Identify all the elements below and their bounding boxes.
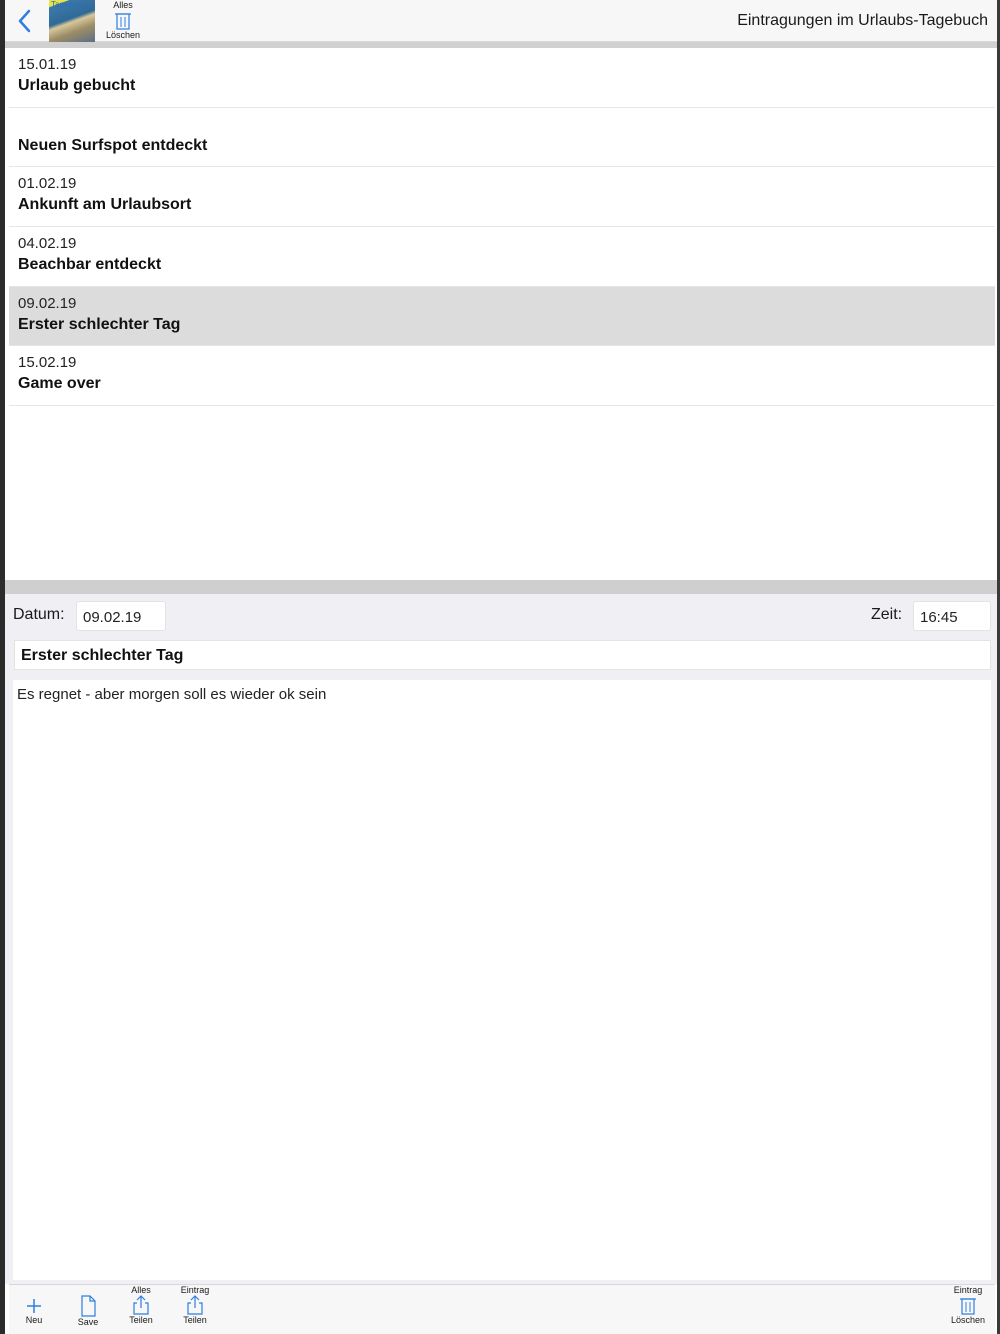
list-item[interactable]: 04.02.19 Beachbar entdeckt xyxy=(9,227,995,287)
entry-date: 01.02.19 xyxy=(18,175,77,193)
share-all-bottom-label: Teilen xyxy=(129,1315,153,1325)
entry-title: Erster schlechter Tag xyxy=(18,315,181,333)
page-title: Eintragungen im Urlaubs-Tagebuch xyxy=(737,12,988,29)
entry-title: Ankunft am Urlaubsort xyxy=(18,196,192,214)
entry-body-textarea[interactable]: Es regnet - aber morgen soll es wieder o… xyxy=(13,680,991,1280)
entry-editor: Datum: 09.02.19 Zeit: 16:45 Erster schle… xyxy=(5,594,997,1284)
list-item[interactable]: Neuen Surfspot entdeckt xyxy=(9,108,995,168)
share-icon xyxy=(187,1295,203,1315)
delete-all-bottom-label: Löschen xyxy=(105,30,141,40)
entry-date: 15.02.19 xyxy=(18,354,77,372)
delete-entry-bottom-label: Löschen xyxy=(950,1315,986,1325)
share-all-button[interactable]: Alles Teilen xyxy=(121,1285,161,1325)
list-item[interactable]: 15.02.19 Game over xyxy=(9,346,995,407)
delete-entry-top-label: Eintrag xyxy=(953,1285,983,1295)
entry-title: Game over xyxy=(18,375,101,393)
entry-title-field[interactable]: Erster schlechter Tag xyxy=(14,640,991,670)
thumbnail-title: Tagebuch xyxy=(51,0,86,9)
diary-thumbnail[interactable]: Tagebuch xyxy=(49,0,95,42)
share-entry-top-label: Eintrag xyxy=(180,1285,210,1295)
delete-all-button[interactable]: Alles Löschen xyxy=(98,0,148,40)
save-button[interactable]: Save xyxy=(71,1295,105,1327)
share-entry-button[interactable]: Eintrag Teilen xyxy=(173,1285,217,1325)
entry-title: Beachbar entdeckt xyxy=(18,256,162,274)
new-entry-button[interactable]: Neu xyxy=(19,1297,49,1325)
new-label: Neu xyxy=(25,1315,43,1325)
trash-icon xyxy=(960,1298,976,1315)
entry-list: 15.01.19 Urlaub gebucht Neuen Surfspot e… xyxy=(9,48,995,580)
save-label: Save xyxy=(77,1317,99,1327)
share-icon xyxy=(133,1295,149,1315)
splitter[interactable] xyxy=(5,580,997,594)
entry-date: 09.02.19 xyxy=(18,294,77,312)
bottom-toolbar: Neu Save Alles Teilen Eintrag Teilen Ein… xyxy=(9,1284,995,1334)
list-item[interactable]: 01.02.19 Ankunft am Urlaubsort xyxy=(9,167,995,228)
entry-date: 04.02.19 xyxy=(18,235,77,253)
document-icon xyxy=(81,1295,96,1317)
delete-all-top-label: Alles xyxy=(113,0,133,10)
list-item-selected[interactable]: 09.02.19 Erster schlechter Tag xyxy=(9,286,995,347)
list-item[interactable]: 15.01.19 Urlaub gebucht xyxy=(9,48,995,108)
entry-title: Neuen Surfspot entdeckt xyxy=(18,136,208,154)
time-label: Zeit: xyxy=(871,606,903,623)
time-field[interactable]: 16:45 xyxy=(913,601,991,631)
plus-icon xyxy=(27,1299,41,1313)
trash-icon xyxy=(115,13,131,30)
date-label: Datum: xyxy=(13,606,65,623)
share-all-top-label: Alles xyxy=(131,1285,151,1295)
delete-entry-button[interactable]: Eintrag Löschen xyxy=(945,1285,991,1325)
date-field[interactable]: 09.02.19 xyxy=(76,601,166,631)
share-entry-bottom-label: Teilen xyxy=(183,1315,207,1325)
back-button[interactable] xyxy=(15,8,39,34)
entry-date: 15.01.19 xyxy=(18,56,77,73)
chevron-left-icon xyxy=(18,9,31,33)
navigation-bar: Tagebuch Alles Löschen Eintragungen im U… xyxy=(5,0,997,42)
entry-title: Urlaub gebucht xyxy=(18,77,136,94)
